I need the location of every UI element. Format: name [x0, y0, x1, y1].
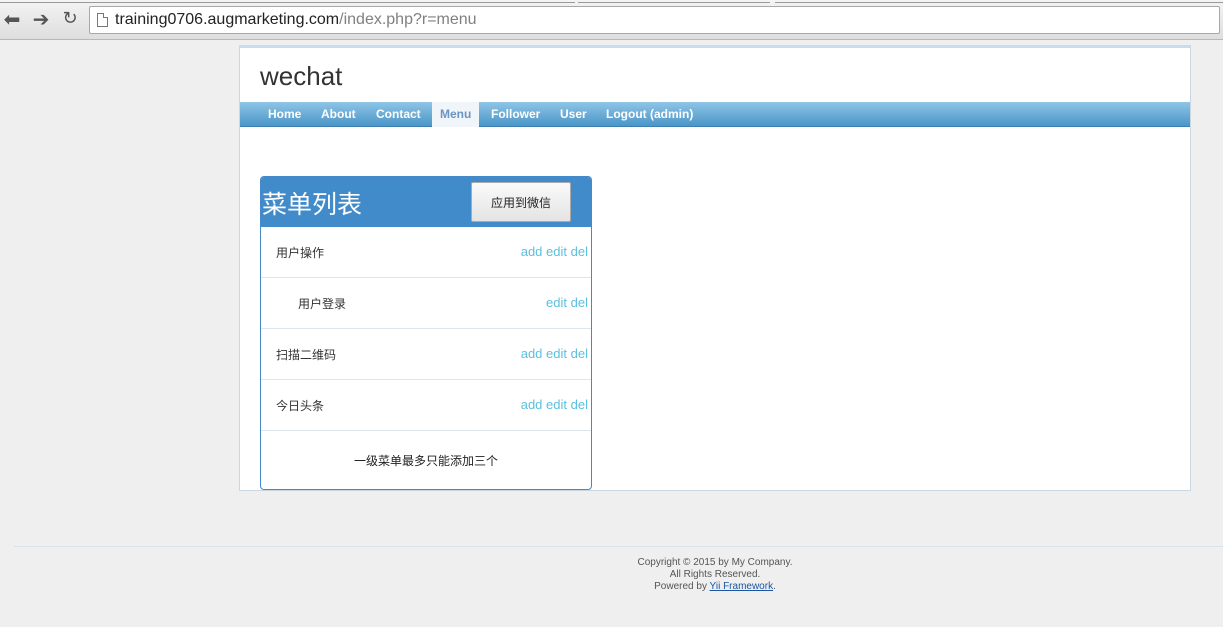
del-link[interactable]: del — [571, 295, 588, 310]
del-link[interactable]: del — [571, 397, 588, 412]
menu-item-label: 扫描二维码 — [276, 348, 337, 362]
browser-tab-edge — [775, 0, 1223, 3]
panel-title: 菜单列表 — [262, 190, 363, 219]
main-nav: Home About Contact Menu Follower User Lo… — [240, 102, 1190, 127]
nav-item-contact[interactable]: Contact — [368, 102, 429, 127]
yii-framework-link[interactable]: Yii Framework — [710, 581, 774, 592]
edit-link[interactable]: edit — [546, 295, 567, 310]
forward-arrow-icon[interactable]: ➔ — [31, 9, 51, 29]
add-link[interactable]: add — [521, 397, 543, 412]
add-link[interactable]: add — [521, 244, 543, 259]
rights-text: All Rights Reserved. — [669, 569, 761, 580]
menu-row: 用户登录 edit del — [261, 278, 591, 329]
site-logo: wechat — [260, 61, 343, 91]
url-host: training0706.augmarketing.com — [115, 11, 340, 28]
page-container: wechat Home About Contact Menu Follower … — [239, 45, 1191, 491]
url-text: training0706.augmarketing.com/index.php?… — [115, 11, 477, 29]
address-bar[interactable]: training0706.augmarketing.com/index.php?… — [89, 6, 1220, 34]
nav-item-user[interactable]: User — [552, 102, 595, 127]
submenu-item-label: 用户登录 — [298, 297, 347, 311]
row-actions: add edit del — [521, 346, 588, 361]
apply-to-wechat-button[interactable]: 应用到微信 — [471, 182, 571, 222]
menu-row: 用户操作 add edit del — [261, 227, 591, 278]
back-arrow-icon[interactable]: ⬅ — [2, 9, 22, 29]
menu-row: 扫描二维码 add edit del — [261, 329, 591, 380]
nav-item-about[interactable]: About — [313, 102, 364, 127]
nav-item-logout[interactable]: Logout (admin) — [598, 102, 701, 127]
menu-row: 今日头条 add edit del — [261, 380, 591, 431]
footer: Copyright © 2015 by My Company. All Righ… — [555, 557, 875, 593]
powered-by-text: Powered by Yii Framework. — [555, 581, 875, 593]
row-actions: add edit del — [521, 397, 588, 412]
powered-suffix: . — [773, 581, 776, 592]
menu-item-label: 用户操作 — [276, 246, 325, 260]
del-link[interactable]: del — [571, 346, 588, 361]
menu-list-panel: 菜单列表 应用到微信 用户操作 add edit del 用户登录 edit d… — [260, 176, 592, 490]
page-icon — [97, 13, 108, 27]
browser-tab-edge — [0, 0, 575, 3]
footer-divider — [14, 546, 1223, 547]
add-link[interactable]: add — [521, 346, 543, 361]
edit-link[interactable]: edit — [546, 346, 567, 361]
panel-header: 菜单列表 应用到微信 — [261, 177, 591, 227]
del-link[interactable]: del — [571, 244, 588, 259]
browser-tab-edge — [578, 0, 770, 3]
url-path: /index.php?r=menu — [339, 11, 477, 28]
powered-prefix: Powered by — [654, 581, 710, 592]
reload-icon[interactable]: ↻ — [60, 9, 80, 29]
nav-item-home[interactable]: Home — [260, 102, 309, 127]
menu-item-label: 今日头条 — [276, 399, 325, 413]
copyright-text: Copyright © 2015 by My Company. — [637, 557, 793, 568]
row-actions: edit del — [546, 295, 588, 310]
row-actions: add edit del — [521, 244, 588, 259]
nav-item-menu[interactable]: Menu — [432, 102, 480, 127]
browser-toolbar: ⬅ ➔ ↻ training0706.augmarketing.com/inde… — [0, 0, 1223, 40]
edit-link[interactable]: edit — [546, 244, 567, 259]
nav-item-follower[interactable]: Follower — [483, 102, 548, 127]
menu-limit-note: 一级菜单最多只能添加三个 — [353, 454, 498, 468]
edit-link[interactable]: edit — [546, 397, 567, 412]
